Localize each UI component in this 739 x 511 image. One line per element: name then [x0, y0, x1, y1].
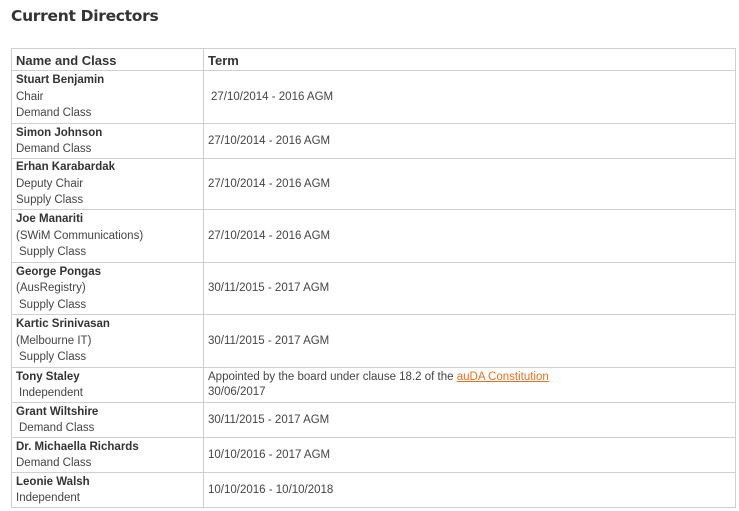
director-cell: Dr. Michaella Richards Demand Class: [11, 437, 204, 473]
director-name: Joe Manariti: [16, 213, 84, 226]
term-text: 30/11/2015 - 2017 AGM: [208, 334, 330, 347]
table-row: Grant Wiltshire Demand Class 30/11/2015 …: [11, 402, 736, 438]
term-text: 10/10/2016 - 2017 AGM: [208, 448, 331, 461]
director-cell: Tony Staley Independent: [11, 367, 204, 403]
table-row: Simon Johnson Demand Class 27/10/2014 - …: [11, 123, 736, 159]
term-cell: 27/10/2014 - 2016 AGM: [203, 209, 736, 263]
term-cell: 10/10/2016 - 10/10/2018: [203, 472, 736, 508]
term-text: 30/06/2017: [208, 386, 266, 398]
director-name: Dr. Michaella Richards: [16, 440, 139, 453]
director-role: Chair: [16, 90, 44, 103]
director-cell: Joe Manariti (SWiM Communications) Suppl…: [11, 209, 204, 263]
term-cell: Appointed by the board under clause 18.2…: [203, 367, 736, 403]
term-note: Appointed by the board under clause 18.2…: [208, 370, 731, 385]
director-class: Supply Class: [16, 194, 84, 207]
term-text: 30/11/2015 - 2017 AGM: [208, 282, 330, 294]
table-row: George Pongas (AusRegistry) Supply Class…: [11, 262, 736, 315]
director-name: Erhan Karabardak: [16, 161, 116, 174]
term-cell: 30/11/2015 - 2017 AGM: [203, 314, 736, 368]
director-cell: Leonie Walsh Independent: [11, 472, 204, 508]
table-row: Erhan Karabardak Deputy Chair Supply Cla…: [11, 158, 736, 210]
column-header-term: Term: [203, 48, 736, 71]
term-text: 27/10/2014 - 2016 AGM: [211, 90, 334, 103]
directors-table: Name and Class Term Stuart Benjamin Chai…: [11, 48, 736, 508]
director-class: Supply Class: [19, 298, 87, 311]
column-header-name: Name and Class: [11, 48, 204, 71]
director-cell: Simon Johnson Demand Class: [11, 123, 204, 159]
term-cell: 10/10/2016 - 2017 AGM: [203, 437, 736, 473]
director-class: Demand Class: [16, 457, 92, 469]
term-text: 27/10/2014 - 2016 AGM: [208, 229, 331, 242]
director-cell: Erhan Karabardak Deputy Chair Supply Cla…: [11, 158, 204, 210]
director-class: Demand Class: [16, 107, 92, 120]
director-name: George Pongas: [16, 265, 101, 278]
term-cell: 27/10/2014 - 2016 AGM: [203, 70, 736, 124]
term-text: 30/11/2015 - 2017 AGM: [208, 413, 330, 426]
term-cell: 30/11/2015 - 2017 AGM: [203, 262, 736, 315]
term-cell: 27/10/2014 - 2016 AGM: [203, 123, 736, 159]
director-class: Supply Class: [19, 351, 87, 364]
director-cell: Stuart Benjamin Chair Demand Class: [11, 70, 204, 124]
director-name: Tony Staley: [16, 370, 80, 383]
director-class: Demand Class: [16, 143, 92, 155]
director-class: Demand Class: [19, 422, 95, 434]
director-class: Independent: [19, 387, 83, 399]
director-name: Kartic Srinivasan: [16, 318, 110, 331]
director-cell: George Pongas (AusRegistry) Supply Class: [11, 262, 204, 315]
director-organisation: (AusRegistry): [16, 282, 86, 295]
director-name: Stuart Benjamin: [16, 74, 105, 87]
director-organisation: (SWiM Communications): [16, 229, 144, 242]
term-cell: 27/10/2014 - 2016 AGM: [203, 158, 736, 210]
term-text: 10/10/2016 - 10/10/2018: [208, 483, 334, 496]
director-class: Supply Class: [19, 246, 87, 259]
director-cell: Grant Wiltshire Demand Class: [11, 402, 204, 438]
director-name: Grant Wiltshire: [16, 405, 99, 418]
director-role: Deputy Chair: [16, 177, 84, 190]
director-organisation: (Melbourne IT): [16, 334, 92, 347]
director-cell: Kartic Srinivasan (Melbourne IT) Supply …: [11, 314, 204, 368]
table-row: Kartic Srinivasan (Melbourne IT) Supply …: [11, 314, 736, 368]
table-row: Dr. Michaella Richards Demand Class 10/1…: [11, 437, 736, 473]
table-row: Joe Manariti (SWiM Communications) Suppl…: [11, 209, 736, 263]
term-text: 27/10/2014 - 2016 AGM: [208, 134, 331, 147]
director-class: Independent: [16, 492, 80, 504]
table-row: Leonie Walsh Independent 10/10/2016 - 10…: [11, 472, 736, 508]
director-name: Leonie Walsh: [16, 475, 90, 488]
director-name: Simon Johnson: [16, 126, 103, 139]
auda-constitution-link[interactable]: auDA Constitution: [457, 371, 549, 383]
page-title: Current Directors: [11, 7, 159, 25]
table-header-row: Name and Class Term: [11, 48, 736, 71]
table-row: Tony Staley Independent Appointed by the…: [11, 367, 736, 403]
term-text: 27/10/2014 - 2016 AGM: [208, 177, 331, 190]
term-cell: 30/11/2015 - 2017 AGM: [203, 402, 736, 438]
table-row: Stuart Benjamin Chair Demand Class 27/10…: [11, 70, 736, 124]
term-prefix: Appointed by the board under clause 18.2…: [208, 371, 457, 383]
